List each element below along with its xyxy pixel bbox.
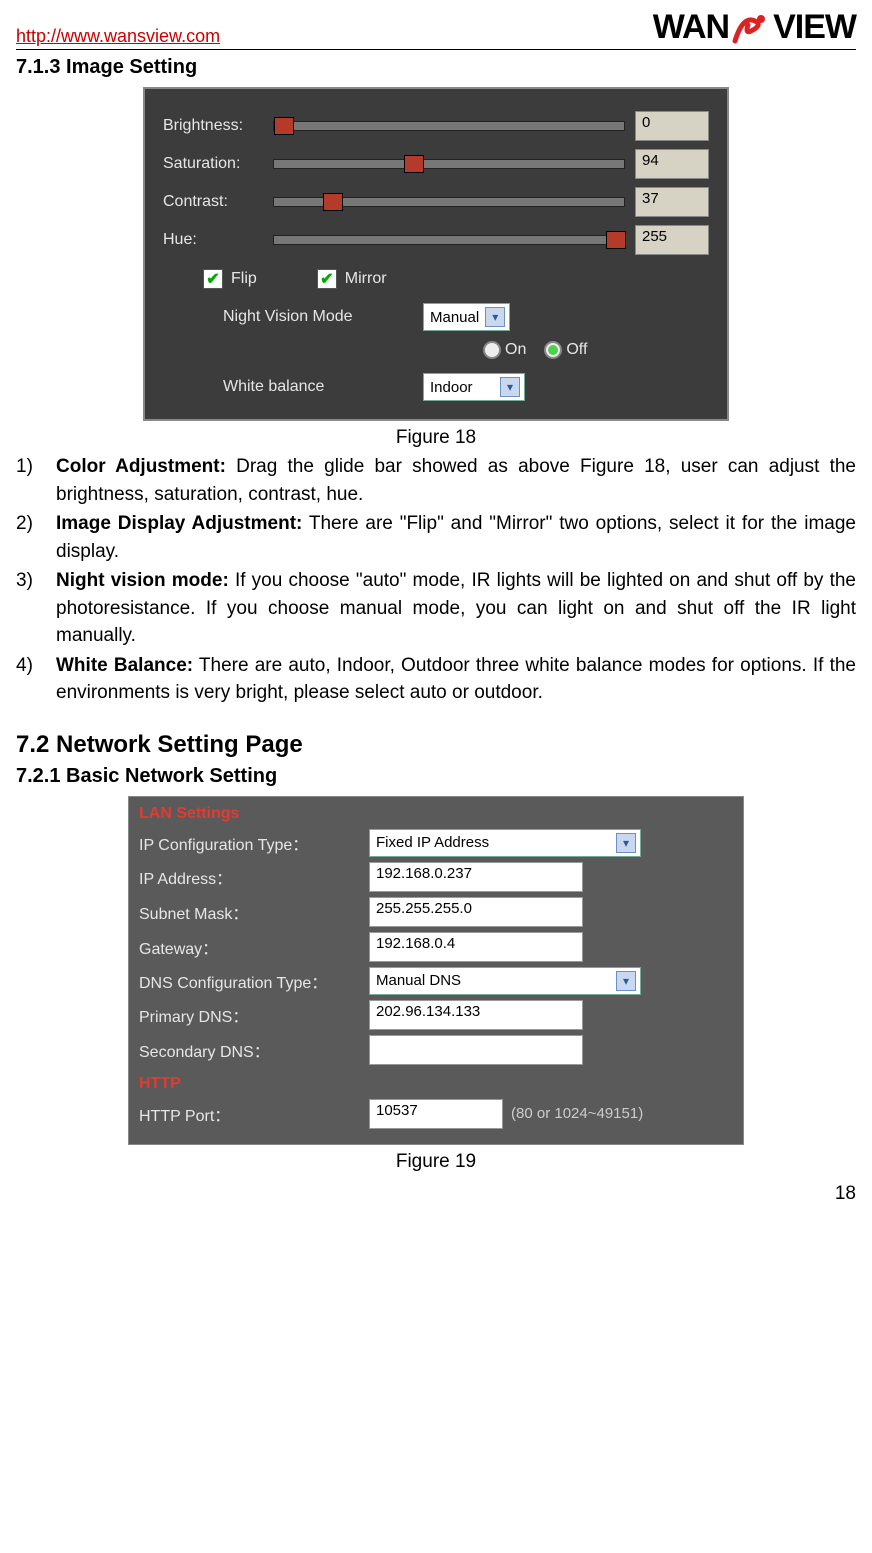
gateway-label: Gateway： <box>139 935 369 959</box>
white-balance-select-value: Indoor <box>430 379 473 396</box>
brightness-label: Brightness: <box>163 117 273 135</box>
dnsconf-label: DNS Configuration Type： <box>139 969 369 993</box>
lan-settings-panel: LAN Settings IP Configuration Type： Fixe… <box>128 796 744 1145</box>
hue-value[interactable]: 255 <box>635 225 709 255</box>
chevron-down-icon: ▾ <box>485 307 505 327</box>
brightness-slider[interactable] <box>273 121 625 131</box>
radio-off-label: Off <box>566 341 587 359</box>
http-port-label: HTTP Port： <box>139 1102 369 1126</box>
brightness-thumb[interactable] <box>274 117 294 135</box>
mask-input[interactable]: 255.255.255.0 <box>369 897 583 927</box>
chevron-down-icon: ▾ <box>616 971 636 991</box>
brand-right: VIEW <box>773 8 856 47</box>
saturation-thumb[interactable] <box>404 155 424 173</box>
ipconf-select[interactable]: Fixed IP Address ▾ <box>369 829 641 857</box>
heading-7-2-1: 7.2.1 Basic Network Setting <box>16 765 856 788</box>
list-num-2: 2) <box>16 510 56 565</box>
white-balance-select[interactable]: Indoor ▾ <box>423 373 525 401</box>
image-setting-panel: Brightness: 0 Saturation: 94 Contrast: 3… <box>143 87 729 421</box>
lan-settings-header: LAN Settings <box>139 805 733 823</box>
night-vision-label: Night Vision Mode <box>223 308 423 326</box>
dns2-label: Secondary DNS： <box>139 1038 369 1062</box>
list-text-1: Color Adjustment: Drag the glide bar sho… <box>56 453 856 508</box>
saturation-label: Saturation: <box>163 155 273 173</box>
site-url-link[interactable]: http://www.wansview.com <box>16 26 220 47</box>
contrast-thumb[interactable] <box>323 193 343 211</box>
hue-thumb[interactable] <box>606 231 626 249</box>
flip-label: Flip <box>231 270 257 288</box>
brand-left: WAN <box>653 8 729 47</box>
brand-swirl-icon <box>729 11 773 45</box>
night-off-radio[interactable]: Off <box>544 341 587 359</box>
night-on-radio[interactable]: On <box>483 341 526 359</box>
brightness-value[interactable]: 0 <box>635 111 709 141</box>
heading-7-1-3: 7.1.3 Image Setting <box>16 56 856 79</box>
saturation-value[interactable]: 94 <box>635 149 709 179</box>
chevron-down-icon: ▾ <box>616 833 636 853</box>
dnsconf-select[interactable]: Manual DNS ▾ <box>369 967 641 995</box>
chevron-down-icon: ▾ <box>500 377 520 397</box>
list-num-3: 3) <box>16 567 56 650</box>
list-text-4: White Balance: There are auto, Indoor, O… <box>56 652 856 707</box>
hue-label: Hue: <box>163 231 273 249</box>
heading-7-2: 7.2 Network Setting Page <box>16 731 856 759</box>
figure-19-caption: Figure 19 <box>16 1151 856 1173</box>
dns2-input[interactable] <box>369 1035 583 1065</box>
ipconf-label: IP Configuration Type： <box>139 831 369 855</box>
http-port-input[interactable]: 10537 <box>369 1099 503 1129</box>
mirror-checkbox-wrap[interactable]: ✔ Mirror <box>317 269 387 289</box>
gateway-input[interactable]: 192.168.0.4 <box>369 932 583 962</box>
hue-slider[interactable] <box>273 235 625 245</box>
radio-icon <box>483 341 501 359</box>
figure-18-caption: Figure 18 <box>16 427 856 449</box>
night-vision-select[interactable]: Manual ▾ <box>423 303 510 331</box>
ip-label: IP Address： <box>139 865 369 889</box>
radio-selected-icon <box>544 341 562 359</box>
ipconf-select-value: Fixed IP Address <box>376 834 489 851</box>
list-text-3: Night vision mode: If you choose "auto" … <box>56 567 856 650</box>
night-vision-select-value: Manual <box>430 309 479 326</box>
flip-checkbox-wrap[interactable]: ✔ Flip <box>203 269 257 289</box>
contrast-value[interactable]: 37 <box>635 187 709 217</box>
check-icon: ✔ <box>317 269 337 289</box>
list-num-4: 4) <box>16 652 56 707</box>
list-num-1: 1) <box>16 453 56 508</box>
http-header: HTTP <box>139 1075 733 1093</box>
dns1-label: Primary DNS： <box>139 1003 369 1027</box>
contrast-label: Contrast: <box>163 193 273 211</box>
white-balance-label: White balance <box>223 378 423 396</box>
brand-logo: WAN VIEW <box>653 8 856 47</box>
contrast-slider[interactable] <box>273 197 625 207</box>
page-number: 18 <box>16 1183 856 1205</box>
http-port-note: (80 or 1024~49151) <box>511 1105 643 1122</box>
radio-on-label: On <box>505 341 526 359</box>
dns1-input[interactable]: 202.96.134.133 <box>369 1000 583 1030</box>
list-text-2: Image Display Adjustment: There are "Fli… <box>56 510 856 565</box>
saturation-slider[interactable] <box>273 159 625 169</box>
ip-input[interactable]: 192.168.0.237 <box>369 862 583 892</box>
mirror-label: Mirror <box>345 270 387 288</box>
mask-label: Subnet Mask： <box>139 900 369 924</box>
check-icon: ✔ <box>203 269 223 289</box>
dnsconf-select-value: Manual DNS <box>376 972 461 989</box>
